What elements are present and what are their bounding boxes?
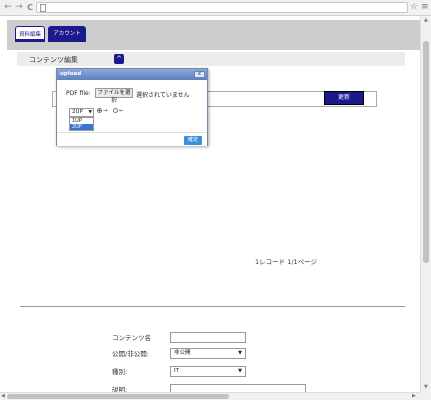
layout-option-2up[interactable]: 2UP [70,124,93,130]
page-icon [40,4,46,12]
bookmark-star-icon[interactable]: ☆ [410,2,418,13]
tab-material-edit[interactable]: 資料編集 [15,26,45,42]
type-value: IT [174,368,179,374]
horizontal-scroll-thumb[interactable] [7,394,229,399]
upload-dialog: upload x PDF file: ファイルを選択 選択されていません 2UP… [56,68,208,146]
dialog-title: upload [60,71,82,77]
collapse-toggle-icon[interactable]: ^ [114,54,124,64]
radio-right[interactable] [97,108,102,113]
dialog-footer-divider [57,132,207,133]
menu-icon[interactable]: ≡ [421,2,429,13]
radio-left[interactable] [112,108,118,113]
dialog-titlebar[interactable]: upload [57,69,207,80]
layout-select[interactable]: 2UP ▼ [69,108,94,117]
type-label: 種別: [112,368,128,376]
description-input[interactable] [170,384,306,392]
tab-account[interactable]: アカウント [48,26,86,42]
back-icon[interactable]: ← [3,2,13,13]
layout-dropdown: 1UP 2UP [69,117,94,131]
record-info: 1レコード 1/1ページ [255,258,318,266]
content-name-input[interactable] [170,332,246,343]
scrollbar-corner [420,392,431,400]
direction-radio-group: → ← [97,108,123,114]
close-icon[interactable]: x [194,71,205,78]
divider [20,306,405,307]
type-select[interactable]: IT ▼ [170,366,246,377]
address-bar[interactable] [36,2,408,13]
choose-file-button[interactable]: ファイルを選択 [95,88,133,104]
visibility-label: 公開/非公開: [112,350,149,358]
dialog-body: PDF file: ファイルを選択 選択されていません 2UP ▼ 1UP 2U… [57,80,207,146]
visibility-value: 非公開 [174,350,191,356]
scroll-down-icon[interactable]: ▼ [424,384,428,390]
chevron-down-icon: ▼ [238,368,242,374]
content-name-label: コンテンツ名 [112,334,151,342]
reload-icon[interactable]: C [25,2,35,13]
forward-icon[interactable]: → [14,2,24,13]
radio-right-label: → [103,108,108,114]
vertical-scrollbar[interactable]: ▲ ▼ [420,16,431,392]
file-status: 選択されていません [136,92,190,99]
confirm-button[interactable]: 確定 [184,136,202,145]
visibility-select[interactable]: 非公開 ▼ [170,348,246,359]
vertical-scroll-thumb[interactable] [423,41,429,263]
description-label: 説明: [112,386,128,392]
chevron-down-icon: ▼ [88,110,92,115]
chevron-down-icon: ▼ [238,350,242,356]
horizontal-scrollbar[interactable]: ◀ ▶ [0,392,420,400]
content-edit-header: コンテンツ編集 ^ [17,52,405,66]
update-button[interactable]: 更新 [324,91,364,105]
layout-selected-value: 2UP [72,109,83,115]
tab-bar: 資料編集 アカウント [7,20,420,50]
pdf-file-label: PDF file: [66,90,91,97]
browser-toolbar: ← → C ☆ ≡ [0,0,431,16]
radio-left-label: ← [118,108,124,114]
scroll-left-icon[interactable]: ◀ [1,393,5,399]
scroll-up-icon[interactable]: ▲ [424,17,428,23]
section-title: コンテンツ編集 [29,56,78,64]
scroll-right-icon[interactable]: ▶ [412,393,416,399]
